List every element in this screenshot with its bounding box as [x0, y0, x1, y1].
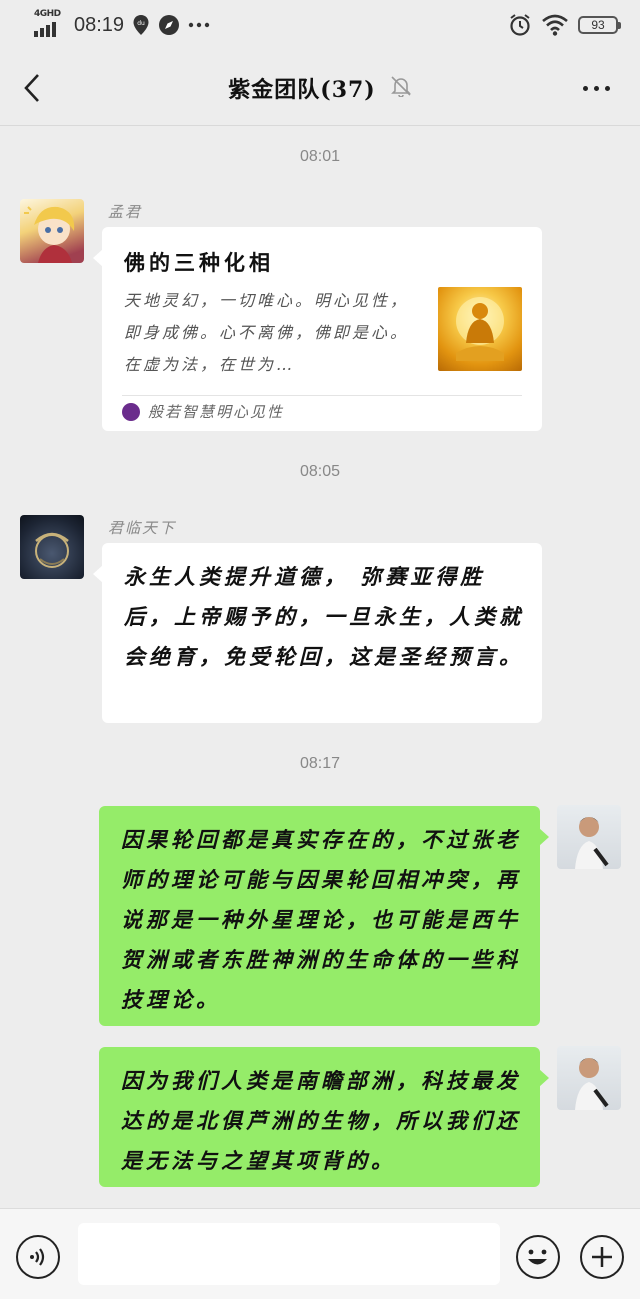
chat-header: 紫金团队(37) [0, 50, 640, 126]
network-type-label: 4GHD [34, 9, 61, 19]
more-dot [604, 85, 610, 91]
status-left: 4GHD 08:19 du [34, 9, 210, 37]
card-title: 佛的三种化相 [124, 250, 274, 275]
voice-button[interactable] [16, 1235, 60, 1279]
chat-title: 紫金团队(37) [228, 76, 376, 103]
emoji-icon [528, 1249, 547, 1265]
outgoing-text-message[interactable]: 因为我们人类是南瞻部洲，科技最发达的是北俱芦洲的生物，所以我们还是无法与之望其项… [99, 1047, 549, 1187]
chevron-left-icon [24, 74, 39, 102]
outgoing-text-message[interactable]: 因果轮回都是真实存在的，不过张老师的理论可能与因果轮回相冲突，再说那是一种外星理… [99, 806, 549, 1026]
back-button[interactable] [14, 70, 50, 106]
battery-icon: 93 [578, 16, 621, 34]
card-description: 天地灵幻，一切唯心。明心见性，即身成佛。心不离佛，佛即是心。在虚为法，在世为… [124, 291, 410, 374]
more-notifications-icon [188, 21, 210, 29]
timestamp: 08:01 [299, 148, 341, 165]
message-text: 因果轮回都是真实存在的，不过张老师的理论可能与因果轮回相冲突，再说那是一种外星理… [121, 827, 521, 1012]
source-logo-icon [122, 402, 140, 421]
svg-text:du: du [137, 20, 145, 27]
timestamp: 08:17 [299, 755, 341, 772]
sender-name: 君临天下 [108, 519, 177, 537]
more-dot [593, 85, 599, 91]
message-text: 永生人类提升道德， 弥赛亚得胜后，上帝赐予的，一旦永生，人类就会绝育，免受轮回，… [124, 564, 524, 669]
input-bar [0, 1208, 640, 1299]
avatar-me[interactable] [557, 805, 621, 869]
source-name: 般若智慧明心见性 [148, 403, 285, 421]
link-card-message[interactable]: 佛的三种化相 天地灵幻，一切唯心。明心见性，即身成佛。心不离佛，佛即是心。在虚为… [93, 227, 542, 431]
alarm-icon [508, 13, 532, 37]
sender-name: 孟君 [108, 203, 143, 221]
voice-icon [30, 1248, 45, 1266]
status-time: 08:19 [74, 13, 125, 36]
emoji-button[interactable] [516, 1235, 560, 1279]
wifi-icon [542, 14, 568, 36]
plus-button[interactable] [580, 1235, 624, 1279]
avatar-mengjun[interactable] [20, 199, 84, 263]
bell-muted-icon [390, 75, 412, 101]
status-bar: 4GHD 08:19 du 93 [0, 0, 640, 50]
location-icon: du [132, 14, 150, 36]
more-dot [582, 85, 588, 91]
compass-icon [158, 14, 180, 36]
signal-icon: 4GHD [34, 9, 62, 37]
message-text: 因为我们人类是南瞻部洲，科技最发达的是北俱芦洲的生物，所以我们还是无法与之望其项… [121, 1068, 521, 1173]
status-right: 93 [508, 13, 621, 37]
timestamp: 08:05 [299, 463, 341, 480]
plus-icon [592, 1247, 612, 1267]
avatar-junlintianxia[interactable] [20, 515, 84, 579]
card-source: 般若智慧明心见性 [122, 401, 284, 422]
more-button[interactable] [576, 72, 616, 104]
text-message[interactable]: 永生人类提升道德， 弥赛亚得胜后，上帝赐予的，一旦永生，人类就会绝育，免受轮回，… [93, 543, 542, 723]
buddha-thumbnail [438, 287, 522, 371]
battery-level: 93 [591, 18, 605, 32]
avatar-me[interactable] [557, 1046, 621, 1110]
message-input[interactable] [78, 1223, 500, 1285]
